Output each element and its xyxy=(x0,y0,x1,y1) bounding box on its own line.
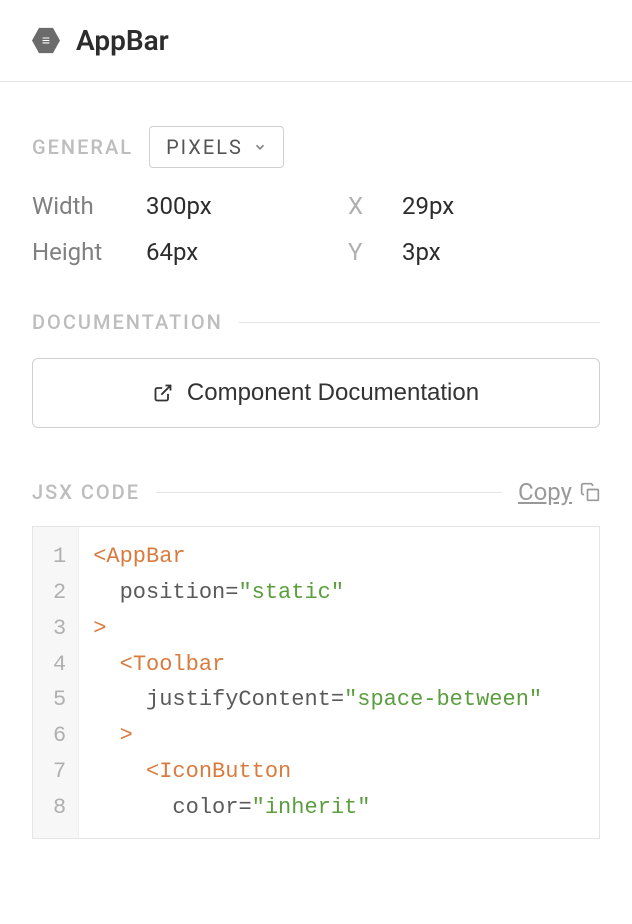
general-label: GENERAL xyxy=(32,135,133,159)
code-line: <IconButton xyxy=(93,754,585,790)
documentation-label: DOCUMENTATION xyxy=(32,310,223,334)
height-label: Height xyxy=(32,238,142,266)
x-value[interactable]: 29px xyxy=(402,192,600,220)
code-line: > xyxy=(93,611,585,647)
properties-grid: Width 300px X 29px Height 64px Y 3px xyxy=(32,192,600,266)
code-line: <AppBar xyxy=(93,539,585,575)
line-number: 2 xyxy=(53,575,66,611)
header-bar: ≡ AppBar xyxy=(0,0,632,82)
code-line: <Toolbar xyxy=(93,647,585,683)
documentation-section: DOCUMENTATION Component Documentation xyxy=(0,310,632,428)
copy-button[interactable]: Copy xyxy=(518,478,600,506)
code-line: position="static" xyxy=(93,575,585,611)
unit-select-value: PIXELS xyxy=(166,135,243,159)
copy-icon xyxy=(580,482,600,502)
line-number: 5 xyxy=(53,682,66,718)
external-link-icon xyxy=(153,383,173,403)
jsx-label: JSX CODE xyxy=(32,480,140,504)
code-block[interactable]: 12345678 <AppBar position="static"> <Too… xyxy=(32,526,600,839)
line-number: 1 xyxy=(53,539,66,575)
code-line: justifyContent="space-between" xyxy=(93,682,585,718)
general-section-header: GENERAL PIXELS xyxy=(32,126,600,168)
jsx-section-header: JSX CODE Copy xyxy=(32,478,600,506)
component-documentation-button[interactable]: Component Documentation xyxy=(32,358,600,428)
component-icon: ≡ xyxy=(32,27,60,55)
line-number: 8 xyxy=(53,790,66,826)
line-number: 6 xyxy=(53,718,66,754)
height-value[interactable]: 64px xyxy=(146,238,344,266)
line-number: 7 xyxy=(53,754,66,790)
code-gutter: 12345678 xyxy=(33,527,79,838)
copy-label: Copy xyxy=(518,478,572,506)
width-label: Width xyxy=(32,192,142,220)
x-label: X xyxy=(348,192,398,220)
documentation-section-header: DOCUMENTATION xyxy=(32,310,600,334)
documentation-button-label: Component Documentation xyxy=(187,379,479,407)
chevron-down-icon xyxy=(253,140,267,154)
jsx-section: JSX CODE Copy 12345678 <AppBar position=… xyxy=(0,478,632,839)
page-title: AppBar xyxy=(76,24,169,57)
unit-select[interactable]: PIXELS xyxy=(149,126,284,168)
y-value[interactable]: 3px xyxy=(402,238,600,266)
line-number: 3 xyxy=(53,611,66,647)
section-divider xyxy=(239,322,600,323)
code-content: <AppBar position="static"> <Toolbar just… xyxy=(79,527,599,838)
general-section: GENERAL PIXELS Width 300px X 29px Height… xyxy=(0,126,632,266)
section-divider xyxy=(156,492,502,493)
code-line: color="inherit" xyxy=(93,790,585,826)
y-label: Y xyxy=(348,238,398,266)
line-number: 4 xyxy=(53,647,66,683)
code-line: > xyxy=(93,718,585,754)
width-value[interactable]: 300px xyxy=(146,192,344,220)
